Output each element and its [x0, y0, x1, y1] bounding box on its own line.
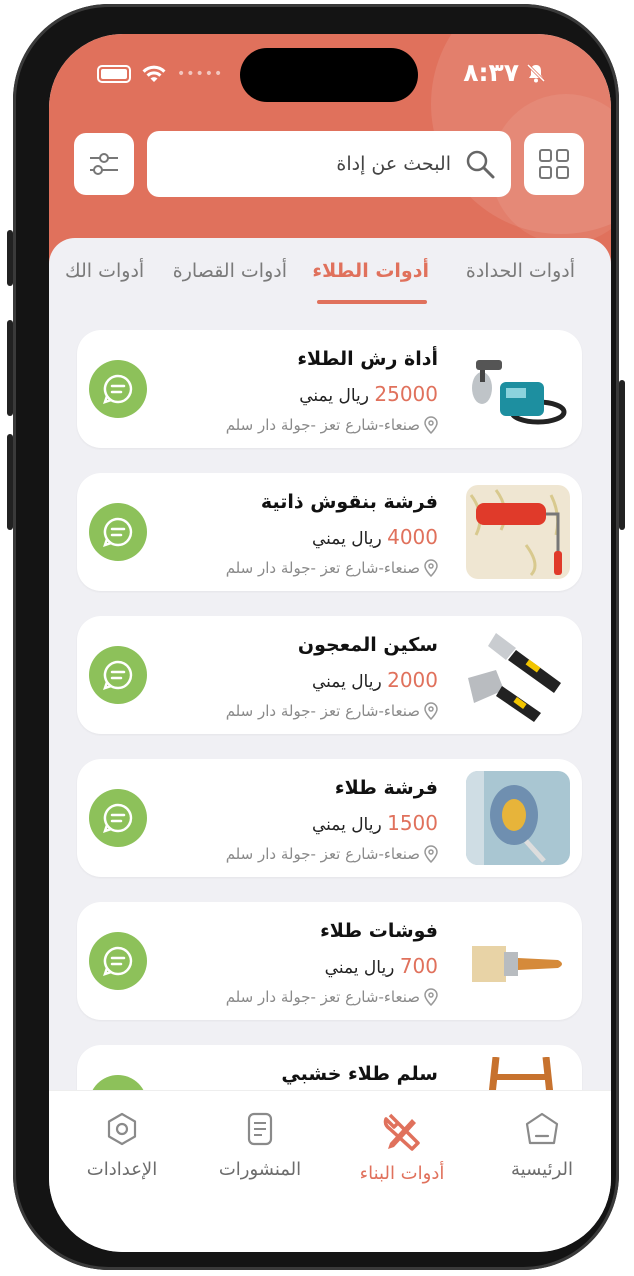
chat-icon	[103, 660, 133, 690]
price-currency: ريال يمني	[311, 529, 382, 549]
settings-icon	[107, 1112, 137, 1146]
product-title: سلم طلاء خشبي	[281, 1063, 438, 1085]
product-location: صنعاء-شارع تعز -جولة دار سلم	[226, 559, 438, 577]
content-panel: أدوات الحدادة أدوات الطلاء أدوات القصارة…	[49, 238, 611, 1163]
category-tabs: أدوات الحدادة أدوات الطلاء أدوات القصارة…	[49, 238, 611, 308]
status-indicators: •••••	[97, 64, 223, 84]
location-pin-icon	[424, 988, 438, 1006]
home-icon	[525, 1112, 559, 1145]
side-button	[7, 434, 13, 530]
product-title: فرشة بنقوش ذاتية	[260, 491, 438, 513]
phone-frame: ••••• ٨:٣٧ البحث عن إداة أدوات الحدادة أ…	[7, 4, 625, 1270]
price-value: 25000	[374, 382, 438, 406]
status-time: ٨:٣٧	[463, 58, 519, 87]
nav-label: أدوات البناء	[359, 1163, 445, 1184]
location-pin-icon	[424, 845, 438, 863]
location-text: صنعاء-شارع تعز -جولة دار سلم	[225, 702, 420, 720]
search-input[interactable]: البحث عن إداة	[147, 131, 511, 197]
location-pin-icon	[424, 702, 438, 720]
nav-item-posts[interactable]: المنشورات	[195, 1111, 325, 1180]
chat-button[interactable]	[89, 360, 147, 418]
bell-mute-icon	[526, 63, 546, 82]
status-time-group: ٨:٣٧	[463, 58, 547, 87]
chat-button[interactable]	[89, 646, 147, 704]
tab-more-tools[interactable]: أدوات الك	[65, 260, 144, 282]
product-location: صنعاء-شارع تعز -جولة دار سلم	[226, 845, 438, 863]
side-button	[7, 320, 13, 416]
product-title: أداة رش الطلاء	[297, 348, 438, 370]
product-price: 4000 ريال يمني	[312, 525, 438, 549]
nav-label: الرئيسية	[511, 1159, 573, 1180]
product-price: 2000 ريال يمني	[312, 668, 438, 692]
nav-label: المنشورات	[218, 1159, 302, 1180]
product-price: 1500 ريال يمني	[312, 811, 438, 835]
sliders-icon	[90, 153, 118, 175]
price-currency: ريال يمني	[311, 815, 382, 835]
product-location: صنعاء-شارع تعز -جولة دار سلم	[226, 988, 438, 1006]
chat-icon	[103, 803, 133, 833]
side-button	[7, 230, 13, 286]
tools-icon	[383, 1113, 420, 1151]
tab-painting-tools[interactable]: أدوات الطلاء	[312, 260, 429, 282]
location-text: صنعاء-شارع تعز -جولة دار سلم	[225, 845, 420, 863]
product-card[interactable]: أداة رش الطلاء 25000 ريال يمني صنعاء-شار…	[77, 330, 582, 448]
location-pin-icon	[424, 559, 438, 577]
product-image-paint-brush	[466, 914, 570, 1008]
nav-item-tools[interactable]: أدوات البناء	[337, 1111, 467, 1184]
dynamic-island	[240, 48, 418, 102]
product-price: 25000 ريال يمني	[299, 382, 438, 406]
product-card[interactable]: فرشة طلاء 1500 ريال يمني صنعاء-شارع تعز …	[77, 759, 582, 877]
price-value: 700	[399, 954, 438, 978]
product-price: 700 ريال يمني	[325, 954, 438, 978]
location-text: صنعاء-شارع تعز -جولة دار سلم	[225, 559, 420, 577]
product-image-paint-roller	[466, 771, 570, 865]
product-location: صنعاء-شارع تعز -جولة دار سلم	[226, 416, 438, 434]
price-value: 1500	[387, 811, 438, 835]
price-currency: ريال يمني	[299, 386, 369, 406]
location-text: صنعاء-شارع تعز -جولة دار سلم	[225, 988, 420, 1006]
tab-smithing-tools[interactable]: أدوات الحدادة	[466, 260, 575, 282]
product-location: صنعاء-شارع تعز -جولة دار سلم	[226, 702, 438, 720]
grid-view-button[interactable]	[524, 133, 584, 195]
price-currency: ريال يمني	[311, 672, 382, 692]
product-card[interactable]: فرشة بنقوش ذاتية 4000 ريال يمني صنعاء-شا…	[77, 473, 582, 591]
chat-button[interactable]	[89, 932, 147, 990]
active-tab-indicator	[317, 300, 427, 304]
chat-icon	[103, 517, 133, 547]
signal-icon: •••••	[177, 66, 224, 82]
product-title: سكين المعجون	[297, 634, 438, 656]
chat-icon	[103, 374, 133, 404]
tab-plastering-tools[interactable]: أدوات القصارة	[173, 260, 287, 282]
product-image-pattern-roller	[466, 485, 570, 579]
chat-button[interactable]	[89, 503, 147, 561]
price-value: 2000	[387, 668, 438, 692]
product-card[interactable]: سكين المعجون 2000 ريال يمني صنعاء-شارع ت…	[77, 616, 582, 734]
product-card[interactable]: فوشات طلاء 700 ريال يمني صنعاء-شارع تعز …	[77, 902, 582, 1020]
battery-icon	[97, 65, 131, 83]
screen: ••••• ٨:٣٧ البحث عن إداة أدوات الحدادة أ…	[49, 34, 611, 1252]
product-image-spray-gun	[466, 342, 570, 436]
nav-label: الإعدادات	[86, 1159, 158, 1180]
product-title: فوشات طلاء	[320, 920, 438, 942]
filter-button[interactable]	[74, 133, 134, 195]
location-text: صنعاء-شارع تعز -جولة دار سلم	[225, 416, 420, 434]
posts-icon	[247, 1112, 273, 1146]
nav-item-settings[interactable]: الإعدادات	[57, 1111, 187, 1180]
price-value: 4000	[387, 525, 438, 549]
search-icon	[466, 150, 495, 179]
nav-item-home[interactable]: الرئيسية	[477, 1111, 607, 1180]
chat-icon	[103, 946, 133, 976]
bottom-navigation: الرئيسية أدوات البناء المنشورات الإعدادا…	[49, 1090, 611, 1252]
search-placeholder: البحث عن إداة	[336, 153, 451, 175]
side-button	[619, 380, 625, 530]
product-image-putty-knife	[466, 628, 570, 722]
price-currency: ريال يمني	[324, 958, 395, 978]
wifi-icon	[142, 65, 166, 82]
chat-button[interactable]	[89, 789, 147, 847]
product-title: فرشة طلاء	[334, 777, 438, 799]
location-pin-icon	[424, 416, 438, 434]
grid-icon	[539, 149, 569, 179]
